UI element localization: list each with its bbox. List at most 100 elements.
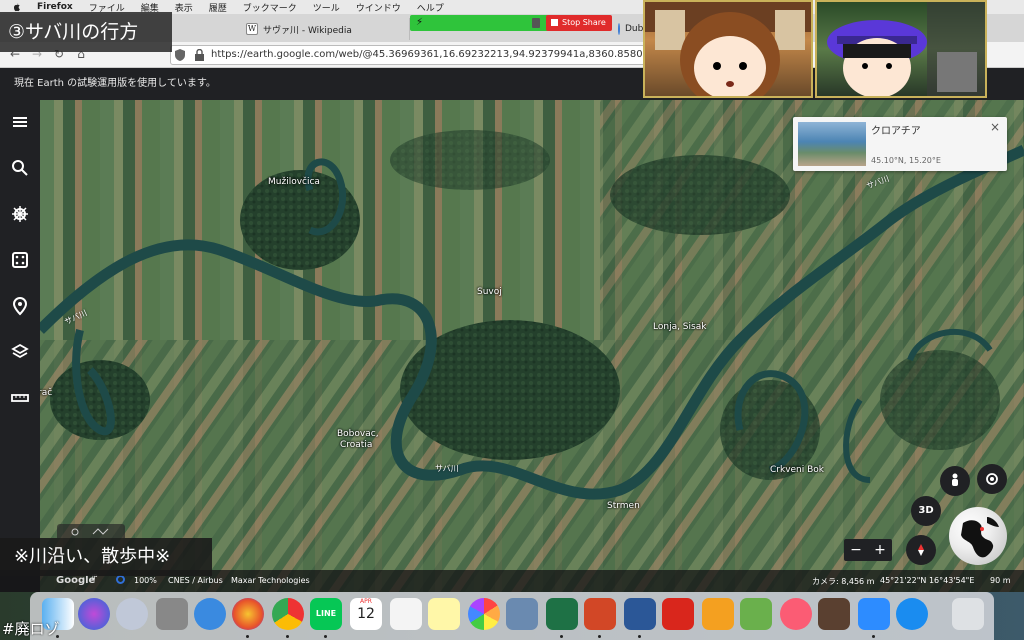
episode-title-overlay: ③サバ川の行方	[0, 12, 172, 52]
stop-share-button[interactable]: Stop Share	[546, 15, 612, 31]
running-indicator	[638, 635, 641, 638]
maps-icon[interactable]	[740, 598, 772, 630]
url-text: https://earth.google.com/web/@45.3696936…	[211, 49, 650, 60]
crosshair-icon	[986, 473, 998, 485]
avatar-purple-hat	[827, 2, 985, 96]
place-crkveni-bok[interactable]: Crkveni Bok	[770, 465, 824, 475]
wikipedia-icon: W	[246, 23, 258, 35]
apple-icon[interactable]	[12, 2, 21, 12]
word-icon[interactable]	[624, 598, 656, 630]
tab-wikipedia[interactable]: W サヴァ川 - Wikipedia	[240, 18, 410, 40]
chrome-icon[interactable]	[272, 598, 304, 630]
dice-icon[interactable]	[10, 250, 30, 270]
url-bar[interactable]: https://earth.google.com/web/@45.3696936…	[170, 45, 650, 65]
place-lonja-sisak[interactable]: Lonja, Sisak	[653, 322, 706, 332]
search-icon[interactable]	[10, 158, 30, 178]
location-info-card[interactable]: クロアチア 45.10°N, 15.20°E ×	[793, 117, 1007, 171]
running-indicator	[872, 635, 875, 638]
music-icon[interactable]	[780, 598, 812, 630]
location-coordinates: 45.10°N, 15.20°E	[871, 156, 941, 165]
compass-icon	[918, 544, 924, 556]
my-location-button[interactable]	[977, 464, 1007, 494]
launchpad-icon[interactable]	[116, 598, 148, 630]
place-rac[interactable]: rač	[40, 388, 52, 398]
loading-percent: 100%	[134, 576, 157, 585]
close-icon[interactable]: ×	[989, 121, 1001, 133]
location-thumbnail[interactable]	[798, 122, 866, 166]
menu-window[interactable]: ウインドウ	[356, 1, 401, 14]
satellite-map[interactable]: Mužilovčica Suvoj Lonja, Sisak Bobovac, …	[40, 100, 1024, 594]
earth-icon	[618, 23, 620, 35]
place-bobovac[interactable]: Bobovac,	[337, 429, 379, 439]
streetview-hint	[57, 524, 125, 538]
share-grip-icon[interactable]: ⚡	[416, 17, 426, 29]
cursor-coordinates: 45°21'22"N 16°43'54"E	[880, 576, 975, 585]
compass-button[interactable]	[906, 535, 936, 565]
loading-ring-icon	[116, 575, 125, 584]
menu-help[interactable]: ヘルプ	[417, 1, 444, 14]
stop-share-label: Stop Share	[562, 18, 606, 27]
avatar-brown-hair	[645, 2, 811, 96]
toggle-3d-button[interactable]: 3D	[911, 496, 941, 526]
zoom-out-button[interactable]: −	[844, 539, 868, 561]
facecam-right	[815, 0, 987, 98]
notes-icon[interactable]	[428, 598, 460, 630]
running-indicator	[286, 635, 289, 638]
calendar-month: APR	[360, 598, 372, 605]
google-logo: Google	[56, 575, 96, 586]
app-store-icon[interactable]	[896, 598, 928, 630]
globe-icon	[961, 517, 999, 558]
measure-ruler-icon[interactable]	[10, 388, 30, 408]
globe-minimap[interactable]	[949, 507, 1007, 565]
mac-dock: LINE APR 12	[30, 592, 994, 640]
place-strmen[interactable]: Strmen	[607, 501, 640, 511]
safari-icon[interactable]	[194, 598, 226, 630]
earth-side-rail	[0, 100, 40, 594]
menu-bookmarks[interactable]: ブックマーク	[243, 1, 297, 14]
zoom-control: − +	[844, 539, 892, 561]
scale-bar: 90 m	[990, 576, 1011, 585]
imagery-attribution[interactable]: CNES / Airbus	[168, 576, 223, 585]
firefox-icon[interactable]	[232, 598, 264, 630]
pegman-button[interactable]	[940, 466, 970, 496]
location-name: クロアチア	[871, 126, 921, 137]
projects-pin-icon[interactable]	[10, 296, 30, 316]
siri-icon[interactable]	[78, 598, 110, 630]
running-indicator	[324, 635, 327, 638]
voyager-wheel-icon[interactable]	[10, 204, 30, 224]
menu-app-firefox[interactable]: Firefox	[37, 2, 73, 12]
line-icon[interactable]: LINE	[310, 598, 342, 630]
lock-icon[interactable]	[195, 49, 204, 61]
textedit-icon[interactable]	[390, 598, 422, 630]
pages-icon[interactable]	[702, 598, 734, 630]
layers-icon[interactable]	[10, 342, 30, 362]
satellite-imagery	[40, 100, 1024, 594]
system-preferences-icon[interactable]	[156, 598, 188, 630]
walking-caption-overlay: ※川沿い、散歩中※	[0, 538, 212, 576]
zoom-in-button[interactable]: +	[868, 539, 892, 561]
facecam-left	[643, 0, 813, 98]
pegman-icon	[952, 473, 958, 486]
acrobat-icon[interactable]	[662, 598, 694, 630]
excel-icon[interactable]	[546, 598, 578, 630]
menu-view[interactable]: 表示	[175, 1, 193, 14]
river-label-center: サバ川	[435, 464, 459, 473]
preview-icon[interactable]	[506, 598, 538, 630]
stop-icon	[551, 19, 558, 26]
place-suvoj[interactable]: Suvoj	[477, 287, 502, 297]
zoom-app-icon[interactable]	[858, 598, 890, 630]
shield-icon[interactable]	[175, 49, 185, 61]
imagery-attribution-maxar[interactable]: Maxar Technologies	[231, 576, 310, 585]
powerpoint-icon[interactable]	[584, 598, 616, 630]
trash-icon[interactable]	[952, 598, 984, 630]
menu-tools[interactable]: ツール	[313, 1, 340, 14]
place-bobovac-country[interactable]: Croatia	[340, 440, 372, 450]
share-lock-icon	[532, 18, 540, 28]
garageband-icon[interactable]	[818, 598, 850, 630]
place-muzilovcica[interactable]: Mužilovčica	[268, 177, 320, 187]
photos-icon[interactable]	[468, 598, 500, 630]
calendar-icon[interactable]: APR 12	[350, 598, 382, 630]
menu-icon[interactable]	[10, 112, 30, 132]
menu-history[interactable]: 履歴	[209, 1, 227, 14]
running-indicator	[560, 635, 563, 638]
